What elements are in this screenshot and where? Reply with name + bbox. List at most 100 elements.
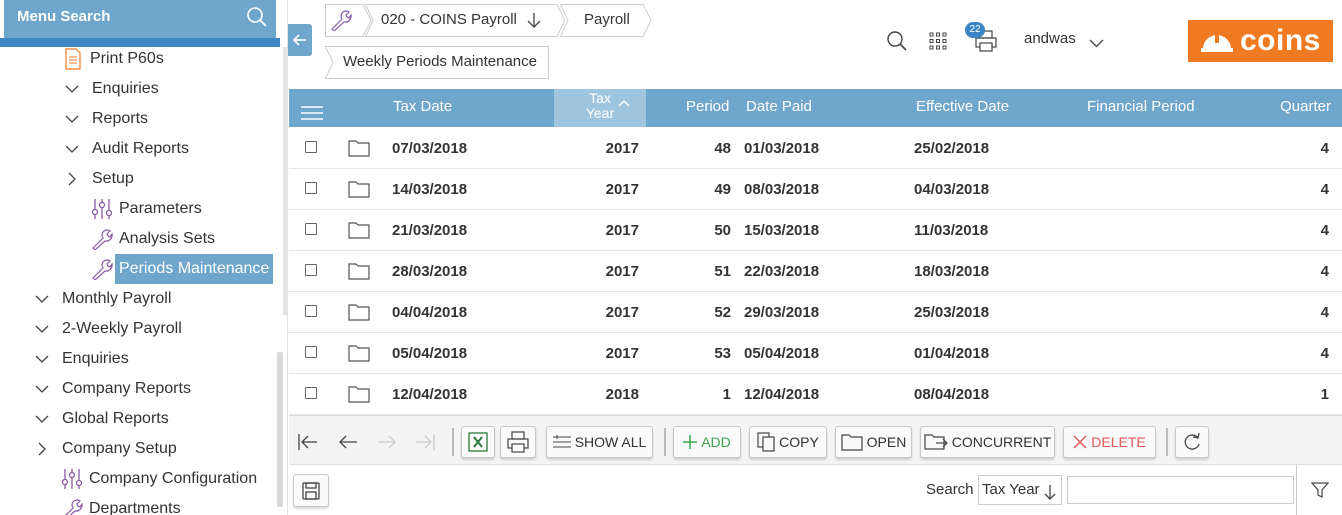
apps-grid-icon[interactable] (929, 32, 947, 55)
search-bar: Search Tax Year (289, 465, 1342, 515)
first-page-icon[interactable] (298, 434, 318, 455)
search-field-select[interactable]: Tax Year (978, 475, 1062, 505)
sidebar-item-print-p60s[interactable]: Print P60s (62, 44, 164, 74)
print-button[interactable] (500, 426, 536, 458)
row-checkbox[interactable] (305, 387, 317, 399)
show-all-label: SHOW ALL (574, 434, 647, 450)
table-row[interactable]: 21/03/2018 2017 50 15/03/2018 11/03/2018 4 (289, 210, 1342, 251)
folder-icon[interactable] (348, 303, 370, 325)
row-checkbox[interactable] (305, 223, 317, 235)
folder-icon[interactable] (348, 139, 370, 161)
chevron-down-icon[interactable] (64, 111, 80, 127)
column-header-financial-period[interactable]: Financial Period (1087, 89, 1195, 127)
breadcrumb-company[interactable]: 020 - COINS Payroll (381, 11, 541, 28)
column-header-quarter[interactable]: Quarter (1280, 89, 1331, 127)
table-row[interactable]: 12/04/2018 2018 1 12/04/2018 08/04/2018 1 (289, 374, 1342, 415)
cell-date-paid: 29/03/2018 (744, 304, 820, 321)
chevron-down-icon[interactable] (64, 81, 80, 97)
folder-icon[interactable] (348, 262, 370, 284)
collapse-sidebar-button[interactable] (288, 24, 312, 56)
menu-search-bar[interactable]: Menu Search (4, 0, 276, 38)
table-row[interactable]: 05/04/2018 2017 53 05/04/2018 01/04/2018 4 (289, 333, 1342, 374)
concurrent-button[interactable]: CONCURRENT (920, 426, 1055, 458)
chevron-down-icon[interactable] (34, 381, 50, 397)
sidebar-item-company-configuration[interactable]: Company Configuration (61, 464, 257, 494)
column-header-tax-date[interactable]: Tax Date (393, 89, 452, 127)
wrench-icon (91, 258, 113, 280)
sidebar-item-setup[interactable]: Setup (64, 164, 134, 194)
cell-tax-year: 2017 (605, 304, 639, 321)
save-button[interactable] (293, 474, 329, 507)
chevron-right-icon[interactable] (34, 441, 50, 457)
arrow-down-icon[interactable] (527, 12, 541, 28)
column-header-period[interactable]: Period (686, 89, 729, 127)
row-checkbox[interactable] (305, 305, 317, 317)
search-label: Search (926, 481, 974, 498)
table-row[interactable]: 28/03/2018 2017 51 22/03/2018 18/03/2018 4 (289, 251, 1342, 292)
search-icon[interactable] (886, 30, 908, 57)
search-icon[interactable] (246, 6, 268, 41)
close-icon (1073, 435, 1087, 449)
add-button[interactable]: ADD (673, 426, 741, 458)
column-header-tax-year[interactable]: Tax Year (554, 89, 646, 127)
row-checkbox[interactable] (305, 264, 317, 276)
filter-icon (1310, 482, 1329, 498)
column-menu-icon[interactable] (301, 99, 323, 120)
chevron-down-icon[interactable] (1089, 35, 1104, 53)
sidebar-item-reports[interactable]: Reports (64, 104, 148, 134)
sidebar-item-enquiries[interactable]: Enquiries (64, 74, 159, 104)
user-menu[interactable]: andwas (1024, 30, 1076, 47)
cell-quarter: 4 (1320, 222, 1329, 239)
sidebar-item-label: Audit Reports (92, 140, 189, 157)
folder-icon[interactable] (348, 180, 370, 202)
breadcrumb-module[interactable]: Payroll (584, 11, 630, 28)
notification-badge[interactable]: 22 (965, 22, 985, 38)
show-all-button[interactable]: SHOW ALL (546, 426, 653, 458)
export-excel-button[interactable] (461, 426, 495, 458)
chevron-down-icon[interactable] (64, 141, 80, 157)
refresh-button[interactable] (1175, 426, 1209, 458)
column-header-effective-date[interactable]: Effective Date (916, 89, 1009, 127)
toolbar-separator (452, 428, 454, 456)
search-input[interactable] (1067, 476, 1294, 504)
filter-button[interactable] (1296, 465, 1342, 515)
sidebar-item-company-reports[interactable]: Company Reports (34, 374, 191, 404)
folder-icon[interactable] (348, 221, 370, 243)
sidebar-scrollbar-thumb[interactable] (277, 352, 283, 507)
chevron-down-icon[interactable] (34, 351, 50, 367)
column-header-date-paid[interactable]: Date Paid (746, 89, 812, 127)
sidebar-item-parameters[interactable]: Parameters (91, 194, 202, 224)
sidebar-item-monthly-payroll[interactable]: Monthly Payroll (34, 284, 171, 314)
table-row[interactable]: 04/04/2018 2017 52 29/03/2018 25/03/2018 4 (289, 292, 1342, 333)
chevron-down-icon[interactable] (34, 291, 50, 307)
cell-tax-date: 14/03/2018 (392, 181, 468, 198)
wrench-icon[interactable] (330, 9, 352, 36)
sidebar-item-periods-maintenance[interactable]: Periods Maintenance (91, 254, 274, 284)
previous-page-icon[interactable] (338, 434, 358, 455)
open-button[interactable]: OPEN (835, 426, 912, 458)
delete-button[interactable]: DELETE (1063, 426, 1156, 458)
cell-tax-year: 2017 (605, 345, 639, 362)
folder-icon[interactable] (348, 385, 370, 407)
sidebar-item-2-weekly-payroll[interactable]: 2-Weekly Payroll (34, 314, 182, 344)
table-row[interactable]: 07/03/2018 2017 48 01/03/2018 25/02/2018 4 (289, 128, 1342, 169)
row-checkbox[interactable] (305, 182, 317, 194)
table-row[interactable]: 14/03/2018 2017 49 08/03/2018 04/03/2018 4 (289, 169, 1342, 210)
row-checkbox[interactable] (305, 346, 317, 358)
folder-icon[interactable] (348, 344, 370, 366)
sidebar-item-label: Setup (92, 170, 134, 187)
row-checkbox[interactable] (305, 141, 317, 153)
sidebar-item-label: Global Reports (62, 410, 169, 427)
logo-text: coins (1240, 24, 1321, 57)
sidebar-item-global-reports[interactable]: Global Reports (34, 404, 169, 434)
sidebar-item-analysis-sets[interactable]: Analysis Sets (91, 224, 215, 254)
copy-button[interactable]: COPY (749, 426, 827, 458)
chevron-down-icon[interactable] (34, 411, 50, 427)
cell-quarter: 4 (1320, 181, 1329, 198)
chevron-right-icon[interactable] (64, 171, 80, 187)
sidebar-item-company-setup[interactable]: Company Setup (34, 434, 177, 464)
sidebar-item-audit-reports[interactable]: Audit Reports (64, 134, 189, 164)
chevron-down-icon[interactable] (34, 321, 50, 337)
sidebar-item-departments[interactable]: Departments (61, 494, 181, 515)
sidebar-item-enquiries-2[interactable]: Enquiries (34, 344, 129, 374)
